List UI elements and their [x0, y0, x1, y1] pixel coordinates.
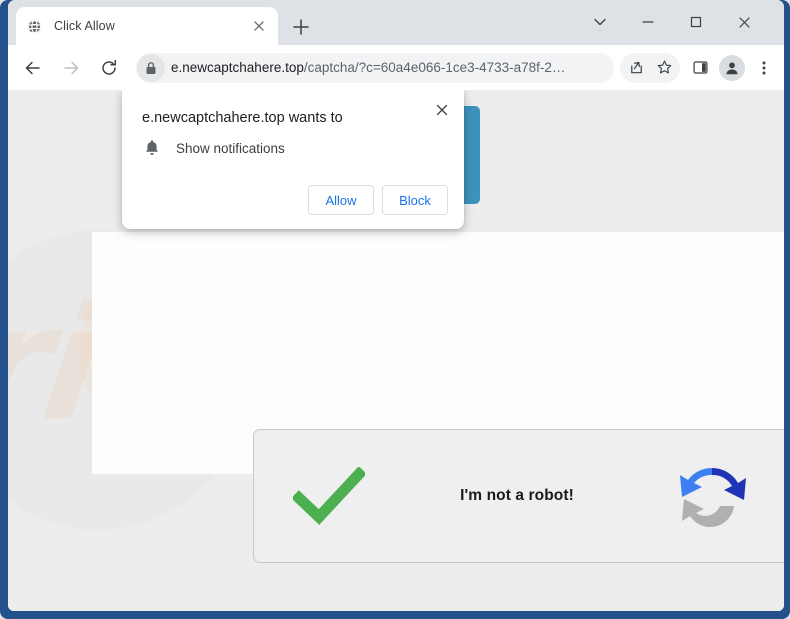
minimize-button[interactable] [630, 8, 666, 36]
browser-tab[interactable]: Click Allow [16, 7, 278, 45]
lock-icon[interactable] [137, 53, 165, 82]
globe-icon [26, 18, 43, 35]
captcha-label: I'm not a robot! [460, 487, 574, 504]
browser-window-inner: Click Allow e.newcaptchahere.top/captcha… [8, 0, 784, 611]
bell-icon [142, 138, 162, 158]
browser-toolbar: e.newcaptchahere.top/captcha/?c=60a4e066… [8, 45, 784, 90]
permission-row-label: Show notifications [176, 140, 285, 156]
captcha-box[interactable]: I'm not a robot! [253, 429, 784, 563]
maximize-button[interactable] [678, 8, 714, 36]
green-checkmark-icon [254, 467, 404, 525]
circular-arrows-refresh-icon[interactable] [630, 457, 784, 535]
page-content-band: I'm not a robot! [92, 232, 784, 563]
side-panel-icon[interactable] [686, 54, 714, 82]
profile-avatar-icon[interactable] [719, 54, 745, 81]
share-bookmark-group [620, 52, 680, 83]
new-tab-button[interactable] [288, 14, 314, 40]
tab-title: Click Allow [54, 19, 115, 33]
allow-button[interactable]: Allow [308, 185, 374, 215]
star-icon[interactable] [650, 54, 678, 82]
url-host: e.newcaptchahere.top [171, 60, 304, 75]
address-bar[interactable]: e.newcaptchahere.top/captcha/?c=60a4e066… [136, 52, 614, 83]
permission-row: Show notifications [142, 138, 285, 158]
page-viewport: risk.com I'm not a robot! [8, 90, 784, 611]
close-tab-icon[interactable] [250, 17, 268, 35]
close-window-button[interactable] [726, 8, 762, 36]
forward-icon[interactable] [56, 53, 86, 83]
url-path: /captcha/?c=60a4e066-1ce3-4733-a78f-2… [303, 60, 566, 75]
notification-permission-dialog: e.newcaptchahere.top wants to Show notif… [122, 90, 464, 229]
tab-search-button[interactable] [582, 8, 618, 36]
three-dot-menu-icon[interactable] [750, 54, 778, 82]
permission-dialog-actions: Allow Block [300, 185, 448, 215]
back-icon[interactable] [18, 53, 48, 83]
reload-icon[interactable] [94, 53, 124, 83]
browser-window: Click Allow e.newcaptchahere.top/captcha… [0, 0, 790, 619]
toolbar-right-icons [620, 52, 778, 83]
close-icon[interactable] [430, 98, 454, 122]
share-icon[interactable] [622, 54, 650, 82]
permission-dialog-title: e.newcaptchahere.top wants to [142, 110, 343, 126]
block-button[interactable]: Block [382, 185, 448, 215]
tab-strip: Click Allow [8, 0, 784, 45]
address-bar-url: e.newcaptchahere.top/captcha/?c=60a4e066… [171, 60, 606, 75]
